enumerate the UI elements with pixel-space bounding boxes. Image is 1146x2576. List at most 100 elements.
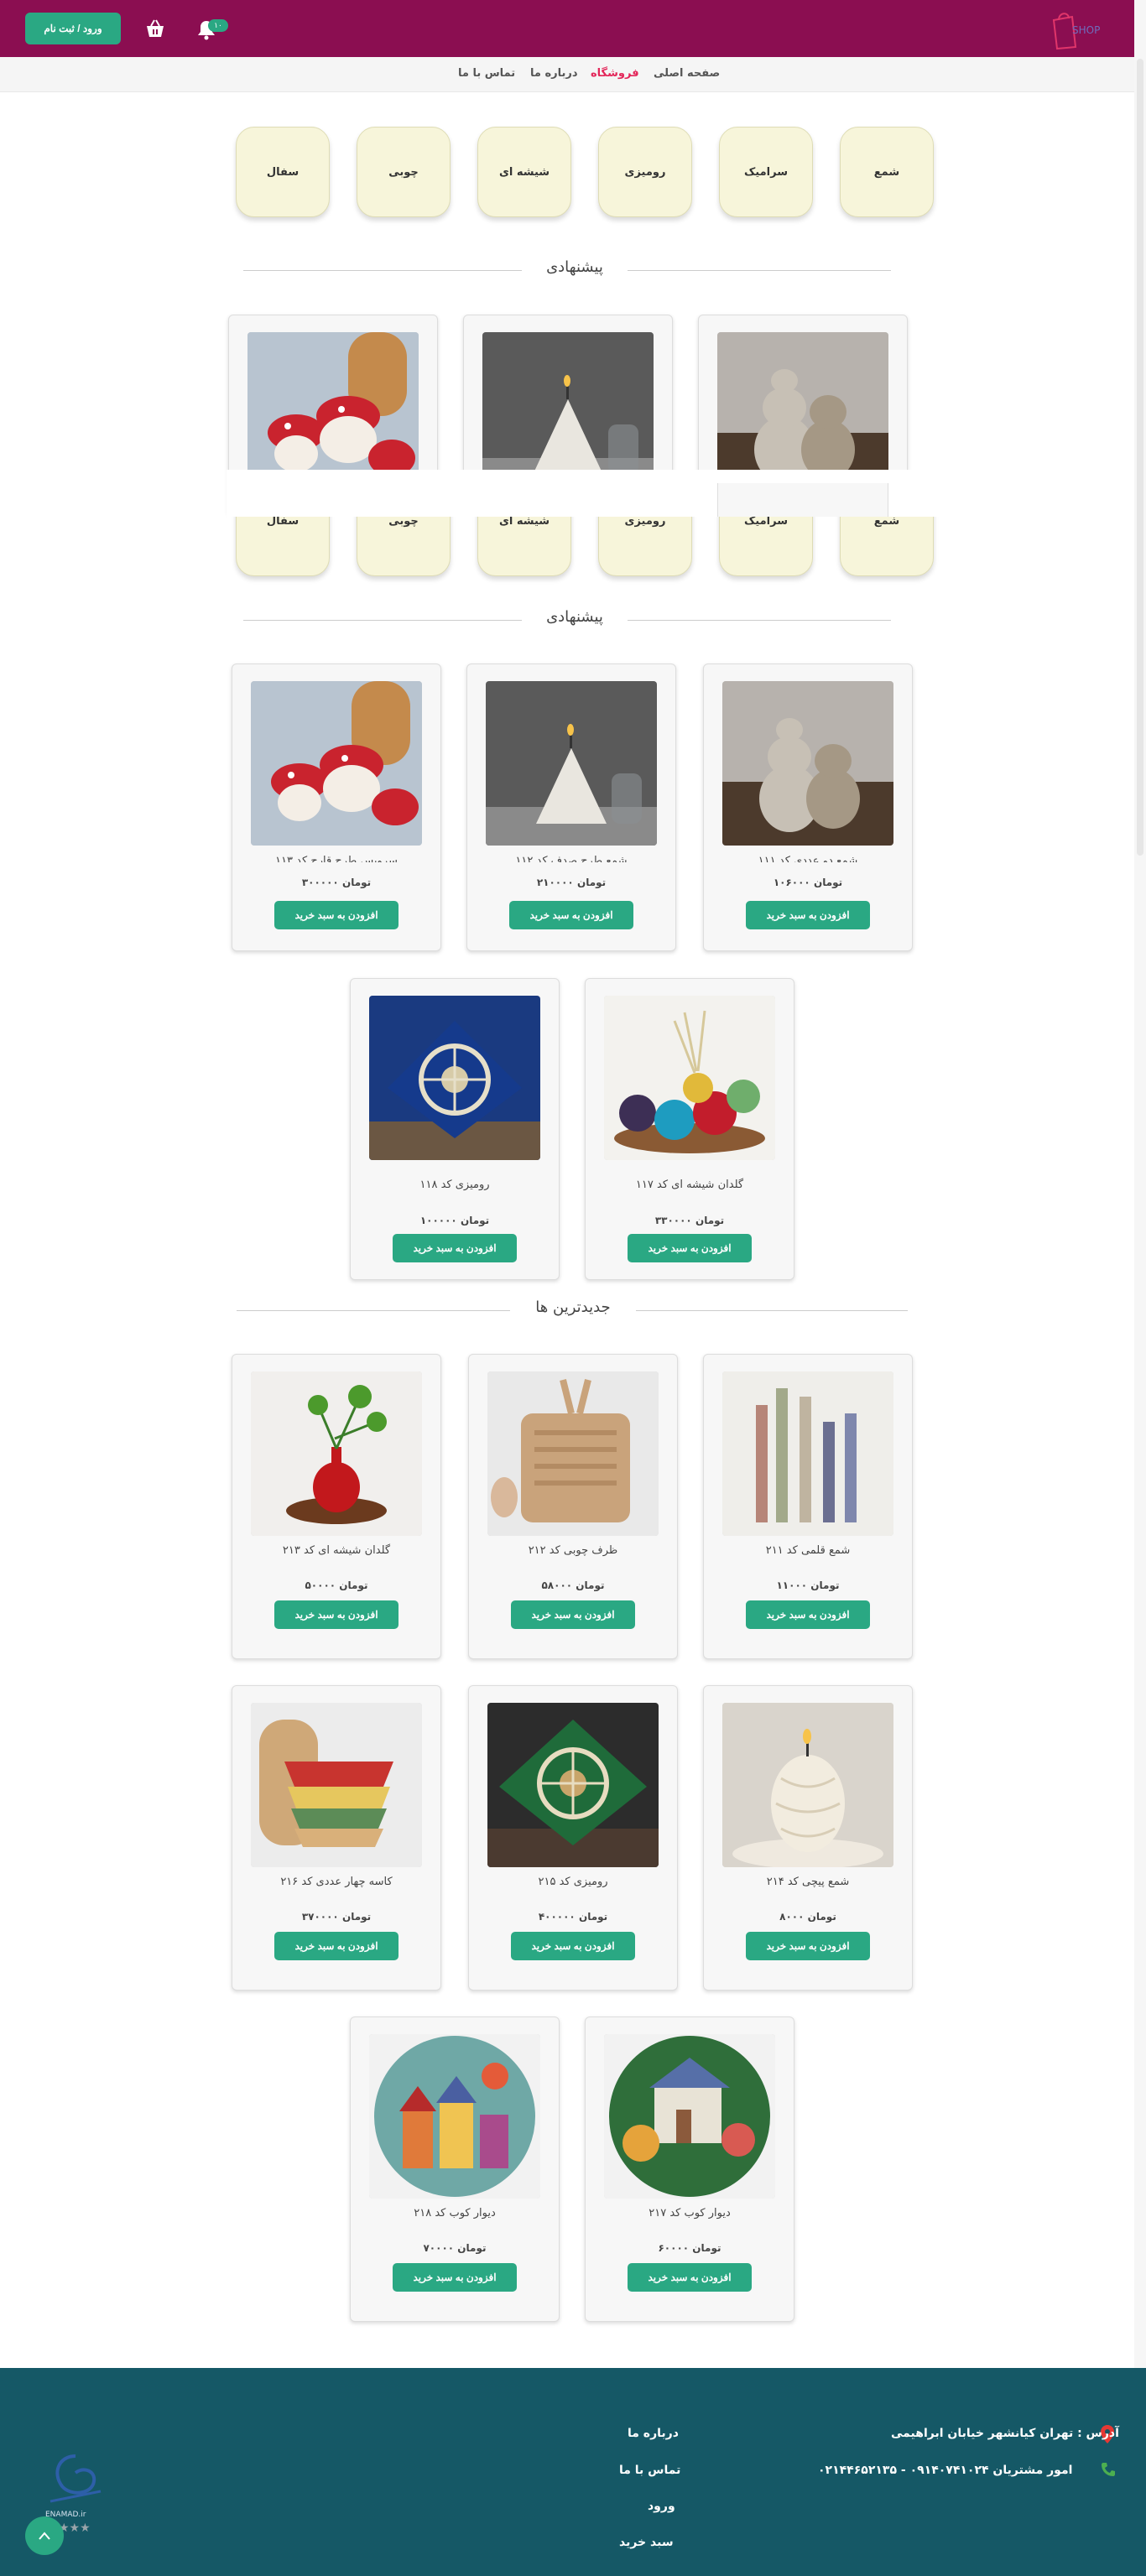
product-image[interactable]	[487, 1371, 659, 1536]
shell-candle-image	[486, 681, 657, 846]
currency-label: تومان	[341, 1911, 372, 1923]
category-candle[interactable]: شمع	[840, 127, 934, 217]
nav-contact[interactable]: تماس با ما	[458, 67, 515, 80]
product-price: تومان ۱۰۰۰۰۰	[351, 1215, 559, 1226]
product-image[interactable]	[369, 2034, 540, 2199]
product-name[interactable]: گلدان شیشه ای کد ۲۱۳	[232, 1544, 440, 1557]
add-to-cart-button[interactable]: افزودن به سبد خرید	[509, 901, 633, 929]
add-to-cart-button[interactable]: افزودن به سبد خرید	[393, 1234, 517, 1262]
scrollbar-thumb[interactable]	[1137, 59, 1143, 856]
footer-link-contact[interactable]: تماس با ما	[619, 2464, 680, 2477]
product-card[interactable]: ظرف چوبی کد ۲۱۲ تومان ۵۸۰۰۰ افزودن به سب…	[468, 1354, 678, 1659]
add-to-cart-button[interactable]: افزودن به سبد خرید	[511, 1600, 635, 1629]
add-to-cart-button[interactable]: افزودن به سبد خرید	[628, 2263, 752, 2292]
product-image[interactable]	[369, 996, 540, 1160]
product-card[interactable]: رومیزی کد ۲۱۵ تومان ۴۰۰۰۰۰ افزودن به سبد…	[468, 1685, 678, 1991]
product-card[interactable]: شمع پیچی کد ۲۱۴ تومان ۸۰۰۰ افزودن به سبد…	[703, 1685, 913, 1991]
product-card[interactable]: شمع طرح صدف کد ۱۱۲ تومان ۲۱۰۰۰۰ افزودن ب…	[466, 664, 676, 951]
section-title-suggested: پیشنهادی	[522, 608, 628, 626]
shopping-basket-icon[interactable]	[144, 18, 166, 39]
product-card[interactable]: گلدان شیشه ای کد ۱۱۷ تومان ۳۳۰۰۰۰ افزودن…	[585, 978, 794, 1280]
currency-label: تومان	[576, 877, 607, 888]
price-value: ۲۱۰۰۰۰	[536, 877, 574, 888]
currency-label: تومان	[695, 1215, 725, 1226]
product-image[interactable]	[487, 1703, 659, 1867]
product-card[interactable]: کاسه چهار عددی کد ۲۱۶ تومان ۳۷۰۰۰۰ افزود…	[232, 1685, 441, 1991]
product-price: تومان ۲۱۰۰۰۰	[467, 877, 675, 888]
product-card[interactable]: دیوار کوب کد ۲۱۷ تومان ۶۰۰۰۰ افزودن به س…	[585, 2017, 794, 2322]
name-overflow-mask	[704, 862, 912, 874]
nav-shop[interactable]: فروشگاه	[591, 67, 639, 80]
product-image[interactable]	[604, 2034, 775, 2199]
site-footer: آدرس : تهران کیانشهر خیابان ابراهیمی امو…	[0, 2368, 1146, 2576]
nav-home[interactable]: صفحه اصلی	[654, 67, 720, 80]
product-card[interactable]: شمع قلمی کد ۲۱۱ تومان ۱۱۰۰۰ افزودن به سب…	[703, 1354, 913, 1659]
product-image[interactable]	[722, 681, 893, 846]
add-to-cart-button[interactable]: افزودن به سبد خرید	[274, 901, 398, 929]
product-image[interactable]	[604, 996, 775, 1160]
shop-logo[interactable]: SHOP	[1047, 8, 1107, 50]
back-to-top-button[interactable]	[25, 2516, 64, 2555]
product-card[interactable]: گلدان شیشه ای کد ۲۱۳ تومان ۵۰۰۰۰ افزودن …	[232, 1354, 441, 1659]
currency-label: تومان	[578, 1911, 608, 1923]
product-image[interactable]	[251, 1371, 422, 1536]
product-image[interactable]	[251, 681, 422, 846]
currency-label: تومان	[807, 1911, 836, 1923]
footer-phones: امور مشتریان ۰۹۱۴۰۷۴۱۰۲۴ - ۰۲۱۴۴۶۵۲۱۳۵	[818, 2464, 1073, 2477]
product-name[interactable]: رومیزی کد ۱۱۸	[351, 1179, 559, 1191]
content-overlap-area	[227, 516, 940, 612]
currency-label: تومان	[457, 2242, 487, 2254]
main-navigation: صفحه اصلی فروشگاه درباره ما تماس با ما	[0, 57, 1146, 92]
section-title-suggested: پیشنهادی	[522, 258, 628, 276]
product-image[interactable]	[722, 1703, 893, 1867]
category-pottery[interactable]: سفال	[236, 127, 330, 217]
product-name[interactable]: شمع قلمی کد ۲۱۱	[704, 1544, 912, 1557]
product-card[interactable]: رومیزی کد ۱۱۸ تومان ۱۰۰۰۰۰ افزودن به سبد…	[350, 978, 560, 1280]
card-edge	[717, 483, 888, 517]
product-name[interactable]: ظرف چوبی کد ۲۱۲	[469, 1544, 677, 1557]
product-image[interactable]	[486, 681, 657, 846]
product-name[interactable]: دیوار کوب کد ۲۱۸	[351, 2207, 559, 2220]
tall-candles-image	[722, 1371, 893, 1536]
add-to-cart-button[interactable]: افزودن به سبد خرید	[511, 1932, 635, 1960]
product-name[interactable]: گلدان شیشه ای کد ۱۱۷	[586, 1179, 794, 1191]
product-name[interactable]: دیوار کوب کد ۲۱۷	[586, 2207, 794, 2220]
login-register-button[interactable]: ورود / ثبت نام	[25, 13, 121, 44]
product-name[interactable]: کاسه چهار عددی کد ۲۱۶	[232, 1876, 440, 1888]
product-card[interactable]: شمع دو عددی کد ۱۱۱ تومان ۱۰۶۰۰۰ افزودن ب…	[703, 664, 913, 951]
add-to-cart-button[interactable]: افزودن به سبد خرید	[628, 1234, 752, 1262]
product-image[interactable]	[251, 1703, 422, 1867]
add-to-cart-button[interactable]: افزودن به سبد خرید	[393, 2263, 517, 2292]
category-tablecloth[interactable]: رومیزی	[598, 127, 692, 217]
add-to-cart-button[interactable]: افزودن به سبد خرید	[746, 1600, 870, 1629]
footer-link-cart[interactable]: سبد خرید	[619, 2536, 674, 2549]
add-to-cart-button[interactable]: افزودن به سبد خرید	[746, 1932, 870, 1960]
add-to-cart-button[interactable]: افزودن به سبد خرید	[274, 1932, 398, 1960]
category-wood[interactable]: چوبی	[357, 127, 451, 217]
product-price: تومان ۴۰۰۰۰۰	[469, 1911, 677, 1923]
nav-about[interactable]: درباره ما	[530, 67, 578, 80]
product-name[interactable]: رومیزی کد ۲۱۵	[469, 1876, 677, 1888]
product-card[interactable]: دیوار کوب کد ۲۱۸ تومان ۷۰۰۰۰ افزودن به س…	[350, 2017, 560, 2322]
category-ceramic[interactable]: سرامیک	[719, 127, 813, 217]
name-overflow-mask	[467, 862, 675, 874]
category-glass[interactable]: شیشه ای	[477, 127, 571, 217]
category-label: شمع	[873, 515, 900, 528]
price-value: ۴۰۰۰۰۰	[538, 1911, 576, 1923]
add-to-cart-button[interactable]: افزودن به سبد خرید	[746, 901, 870, 929]
footer-link-login[interactable]: ورود	[648, 2500, 675, 2513]
price-value: ۵۸۰۰۰	[541, 1579, 573, 1591]
product-card[interactable]: سرویس طرح قارچ کد ۱۱۳ تومان ۳۰۰۰۰۰ افزود…	[232, 664, 441, 951]
add-to-cart-button[interactable]: افزودن به سبد خرید	[274, 1600, 398, 1629]
price-value: ۳۳۰۰۰۰	[654, 1215, 692, 1226]
footer-link-about[interactable]: درباره ما	[628, 2427, 679, 2440]
product-image[interactable]	[722, 1371, 893, 1536]
candle-pair-image	[722, 681, 893, 846]
price-value: ۸۰۰۰	[779, 1911, 805, 1923]
product-name[interactable]: شمع پیچی کد ۲۱۴	[704, 1876, 912, 1888]
product-price: تومان ۷۰۰۰۰	[351, 2242, 559, 2254]
name-overflow-mask	[232, 862, 440, 874]
product-price: تومان ۳۰۰۰۰۰	[232, 877, 440, 888]
product-price: تومان ۵۸۰۰۰	[469, 1579, 677, 1591]
footer-address: آدرس : تهران کیانشهر خیابان ابراهیمی	[891, 2427, 1119, 2440]
